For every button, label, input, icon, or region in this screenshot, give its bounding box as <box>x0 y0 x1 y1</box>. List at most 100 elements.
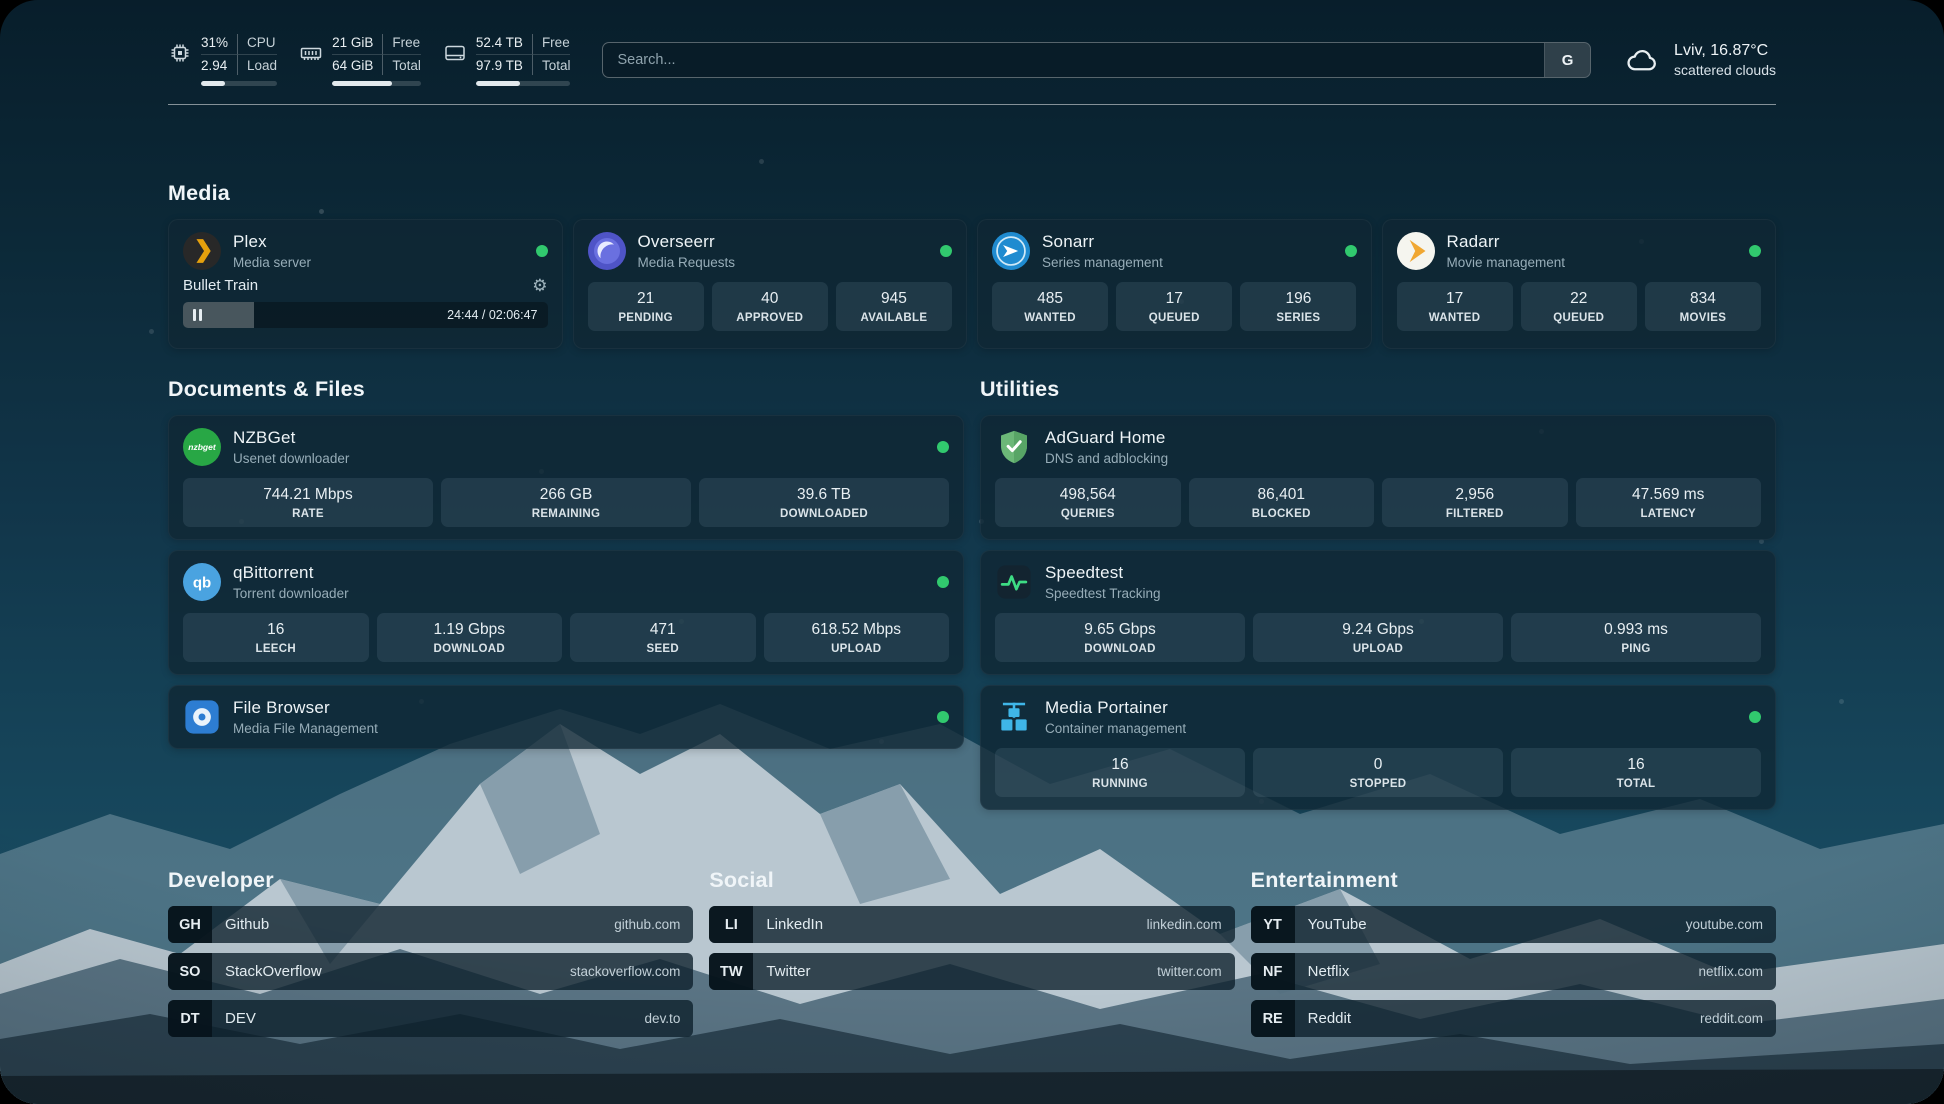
bookmark-url: linkedin.com <box>1147 917 1235 932</box>
bookmark-url: netflix.com <box>1698 964 1776 979</box>
app-name: Sonarr <box>1042 232 1163 252</box>
stat-seed: 471SEED <box>570 613 756 662</box>
overseerr-icon <box>588 232 626 270</box>
app-name: AdGuard Home <box>1045 428 1168 448</box>
bookmark-name: Github <box>212 916 614 933</box>
app-name: Media Portainer <box>1045 698 1186 718</box>
section-title-utilities: Utilities <box>980 377 1776 402</box>
status-dot-online <box>1749 245 1761 257</box>
bookmark-linkedin[interactable]: LI LinkedIn linkedin.com <box>709 906 1234 943</box>
nzbget-icon: nzbget <box>183 428 221 466</box>
bookmark-reddit[interactable]: RE Reddit reddit.com <box>1251 1000 1776 1037</box>
section-media: Media Plex Media server Bullet <box>168 181 1776 349</box>
app-card-plex[interactable]: Plex Media server Bullet Train ⚙ 24:44 /… <box>168 219 563 349</box>
section-title-entertainment: Entertainment <box>1251 868 1776 893</box>
bookmark-name: LinkedIn <box>753 916 1146 933</box>
section-title-developer: Developer <box>168 868 693 893</box>
app-name: qBittorrent <box>233 563 349 583</box>
app-card-filebrowser[interactable]: File Browser Media File Management <box>168 685 964 749</box>
search-engine-button[interactable]: G <box>1544 43 1590 77</box>
cpu-icon <box>168 41 192 65</box>
stat-downloaded: 39.6 TBDOWNLOADED <box>699 478 949 527</box>
app-name: File Browser <box>233 698 378 718</box>
status-dot-online <box>937 441 949 453</box>
bookmark-url: twitter.com <box>1157 964 1235 979</box>
portainer-icon <box>995 698 1033 736</box>
utilities-column: Utilities AdGuard Home DNS and adblockin… <box>980 377 1776 810</box>
bookmark-twitter[interactable]: TW Twitter twitter.com <box>709 953 1234 990</box>
qbittorrent-icon: qb <box>183 563 221 601</box>
cpu-load-value: 2.94 <box>201 55 238 75</box>
app-card-qbittorrent[interactable]: qb qBittorrent Torrent downloader 16LEEC… <box>168 550 964 675</box>
cpu-stat-widget: 31% CPU 2.94 Load <box>168 34 277 86</box>
stat-upload: 9.24 GbpsUPLOAD <box>1253 613 1503 662</box>
weather-condition: scattered clouds <box>1674 62 1776 78</box>
bookmark-stackoverflow[interactable]: SO StackOverflow stackoverflow.com <box>168 953 693 990</box>
bookmark-name: Netflix <box>1295 963 1699 980</box>
app-card-adguard[interactable]: AdGuard Home DNS and adblocking 498,564Q… <box>980 415 1776 540</box>
app-card-radarr[interactable]: Radarr Movie management 17WANTED 22QUEUE… <box>1382 219 1777 349</box>
cpu-label: CPU <box>238 34 277 55</box>
disk-free-label: Free <box>533 34 571 55</box>
bookmark-abbr: TW <box>709 953 753 990</box>
search-bar: G <box>602 42 1591 78</box>
bookmark-github[interactable]: GH Github github.com <box>168 906 693 943</box>
playback-progress-bar[interactable]: 24:44 / 02:06:47 <box>183 302 548 328</box>
pause-icon[interactable] <box>193 309 202 321</box>
bookmark-url: reddit.com <box>1700 1011 1776 1026</box>
app-subtitle: Media File Management <box>233 721 378 736</box>
bookmark-name: Reddit <box>1295 1010 1700 1027</box>
stat-leech: 16LEECH <box>183 613 369 662</box>
section-title-documents: Documents & Files <box>168 377 964 402</box>
section-title-social: Social <box>709 868 1234 893</box>
app-card-sonarr[interactable]: Sonarr Series management 485WANTED 17QUE… <box>977 219 1372 349</box>
app-card-overseerr[interactable]: Overseerr Media Requests 21PENDING 40APP… <box>573 219 968 349</box>
bookmark-name: StackOverflow <box>212 963 570 980</box>
cpu-load-label: Load <box>238 55 277 75</box>
header-divider <box>168 104 1776 105</box>
cpu-percent: 31% <box>201 34 238 55</box>
sonarr-icon <box>992 232 1030 270</box>
status-dot-online <box>1345 245 1357 257</box>
stat-approved: 40APPROVED <box>712 282 828 331</box>
bookmark-youtube[interactable]: YT YouTube youtube.com <box>1251 906 1776 943</box>
status-dot-online <box>1749 711 1761 723</box>
now-playing-title: Bullet Train <box>183 277 258 294</box>
app-subtitle: Container management <box>1045 721 1186 736</box>
bookmark-url: github.com <box>614 917 693 932</box>
app-card-speedtest[interactable]: Speedtest Speedtest Tracking 9.65 GbpsDO… <box>980 550 1776 675</box>
documents-column: Documents & Files nzbget NZBGet Usenet d… <box>168 377 964 810</box>
app-card-portainer[interactable]: Media Portainer Container management 16R… <box>980 685 1776 810</box>
weather-widget[interactable]: Lviv, 16.87°C scattered clouds <box>1621 42 1776 78</box>
bookmark-dev[interactable]: DT DEV dev.to <box>168 1000 693 1037</box>
search-input[interactable] <box>603 43 1544 77</box>
ram-total-label: Total <box>383 55 421 75</box>
app-card-nzbget[interactable]: nzbget NZBGet Usenet downloader 744.21 M… <box>168 415 964 540</box>
section-title-media: Media <box>168 181 1776 206</box>
stat-running: 16RUNNING <box>995 748 1245 797</box>
playback-time: 24:44 / 02:06:47 <box>447 308 537 322</box>
gear-icon[interactable]: ⚙ <box>532 277 547 294</box>
stat-latency: 47.569 msLATENCY <box>1576 478 1762 527</box>
bookmark-name: Twitter <box>753 963 1157 980</box>
bookmark-abbr: DT <box>168 1000 212 1037</box>
svg-text:qb: qb <box>193 575 211 592</box>
stat-movies: 834MOVIES <box>1645 282 1761 331</box>
stat-ping: 0.993 msPING <box>1511 613 1761 662</box>
app-name: NZBGet <box>233 428 349 448</box>
bookmark-url: dev.to <box>645 1011 694 1026</box>
ram-free-label: Free <box>383 34 421 55</box>
developer-bookmarks: Developer GH Github github.com SO StackO… <box>168 868 693 1047</box>
bookmark-netflix[interactable]: NF Netflix netflix.com <box>1251 953 1776 990</box>
stat-rate: 744.21 MbpsRATE <box>183 478 433 527</box>
app-subtitle: Media server <box>233 255 311 270</box>
weather-location: Lviv, 16.87°C <box>1674 42 1776 60</box>
app-subtitle: Usenet downloader <box>233 451 349 466</box>
stat-total: 16TOTAL <box>1511 748 1761 797</box>
app-subtitle: Series management <box>1042 255 1163 270</box>
stat-pending: 21PENDING <box>588 282 704 331</box>
bookmark-abbr: LI <box>709 906 753 943</box>
app-subtitle: DNS and adblocking <box>1045 451 1168 466</box>
status-dot-online <box>940 245 952 257</box>
stat-queries: 498,564QUERIES <box>995 478 1181 527</box>
